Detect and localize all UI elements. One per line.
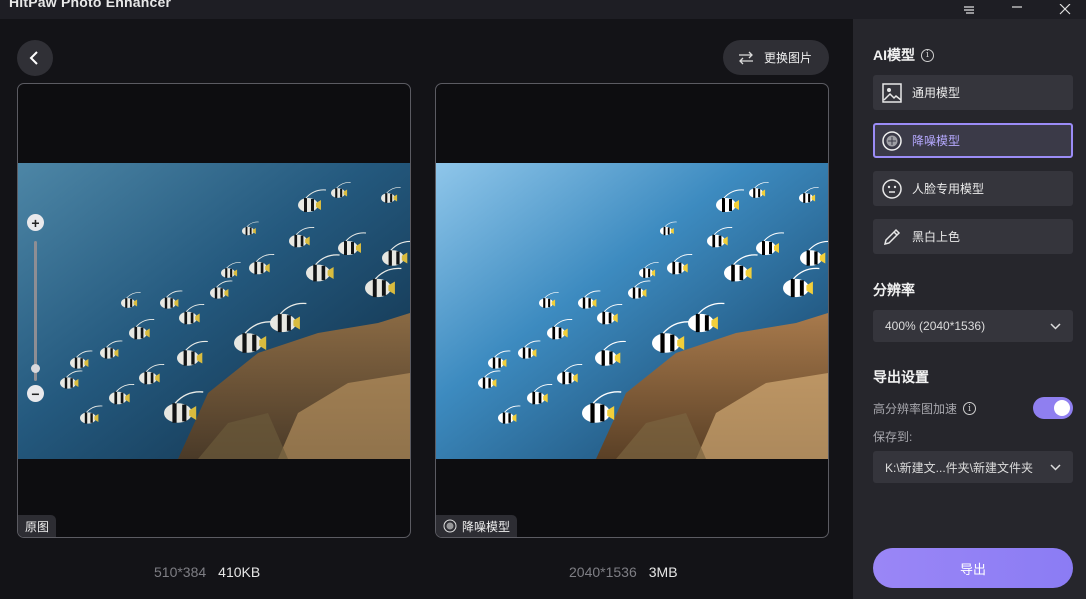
save-path-select[interactable]: K:\新建文...件夹\新建文件夹 [873, 451, 1073, 483]
replace-image-label: 更换图片 [764, 51, 813, 65]
menu-icon[interactable] [953, 0, 985, 19]
hires-label: 高分辨率图加速 [873, 402, 958, 416]
zoom-out-button[interactable]: − [27, 385, 44, 402]
model-face-button[interactable]: 人脸专用模型 [873, 171, 1073, 206]
save-to-label: 保存到: [873, 430, 913, 444]
swap-icon [739, 51, 753, 64]
original-file-size: 410KB [218, 564, 261, 580]
enhanced-image [436, 163, 828, 459]
main-area: 更换图片 + − 原图 降噪模型 510*384 410KB 2040*1536… [0, 19, 853, 599]
back-button[interactable] [17, 40, 53, 76]
ai-model-title: AI模型 [873, 47, 915, 63]
original-info: 510*384 410KB [154, 564, 260, 580]
image-icon [881, 82, 903, 104]
model-general-button[interactable]: 通用模型 [873, 75, 1073, 110]
original-tag-label: 原图 [25, 519, 50, 534]
model-colorize-label: 黑白上色 [912, 230, 961, 244]
resolution-value: 400% (2040*1536) [885, 319, 986, 333]
enhanced-tag-label: 降噪模型 [462, 519, 511, 534]
enhanced-dimensions: 2040*1536 [569, 564, 637, 580]
zoom-in-button[interactable]: + [27, 214, 44, 231]
chevron-left-icon [29, 51, 38, 65]
model-face-label: 人脸专用模型 [912, 182, 985, 196]
close-icon[interactable] [1049, 0, 1081, 19]
chevron-down-icon [1050, 322, 1061, 330]
original-image [18, 163, 410, 459]
info-icon[interactable]: i [921, 48, 934, 62]
face-icon [881, 178, 903, 200]
hires-acceleration-row: 高分辨率图加速 i [873, 400, 977, 417]
original-preview-panel: + − 原图 [17, 83, 411, 538]
zoom-slider-handle[interactable] [31, 364, 40, 373]
ai-model-section-title: AI模型 i [873, 45, 934, 65]
resolution-select[interactable]: 400% (2040*1536) [873, 310, 1073, 342]
export-button[interactable]: 导出 [873, 548, 1073, 588]
model-denoise-label: 降噪模型 [912, 134, 961, 148]
original-tag: 原图 [18, 515, 57, 537]
model-denoise-button[interactable]: 降噪模型 [873, 123, 1073, 158]
settings-sidebar: AI模型 i 通用模型 降噪模型 人脸专用模型 黑白上色 分辨率 400% (2… [853, 19, 1086, 599]
original-dimensions: 510*384 [154, 564, 207, 580]
app-title: HitPaw Photo Enhancer [9, 0, 172, 10]
enhanced-preview-panel: 降噪模型 [435, 83, 829, 538]
enhanced-info: 2040*1536 3MB [569, 564, 678, 580]
save-path-value: K:\新建文...件夹\新建文件夹 [885, 460, 1034, 475]
colorize-icon [881, 226, 903, 248]
title-bar: HitPaw Photo Enhancer [0, 0, 1086, 19]
export-settings-title: 导出设置 [873, 369, 929, 385]
zoom-slider[interactable] [34, 241, 37, 381]
info-icon[interactable]: i [963, 402, 977, 415]
resolution-title: 分辨率 [873, 282, 915, 298]
model-general-label: 通用模型 [912, 86, 961, 100]
enhanced-file-size: 3MB [648, 564, 678, 580]
hires-toggle[interactable] [1033, 397, 1073, 419]
zoom-control: + − [26, 214, 46, 404]
minimize-icon[interactable] [1001, 0, 1033, 19]
chevron-down-icon [1050, 463, 1061, 471]
model-colorize-button[interactable]: 黑白上色 [873, 219, 1073, 254]
denoise-icon [443, 519, 457, 533]
denoise-icon [881, 130, 903, 152]
toggle-knob [1054, 400, 1070, 416]
enhanced-tag: 降噪模型 [436, 515, 518, 537]
replace-image-button[interactable]: 更换图片 [723, 40, 829, 75]
